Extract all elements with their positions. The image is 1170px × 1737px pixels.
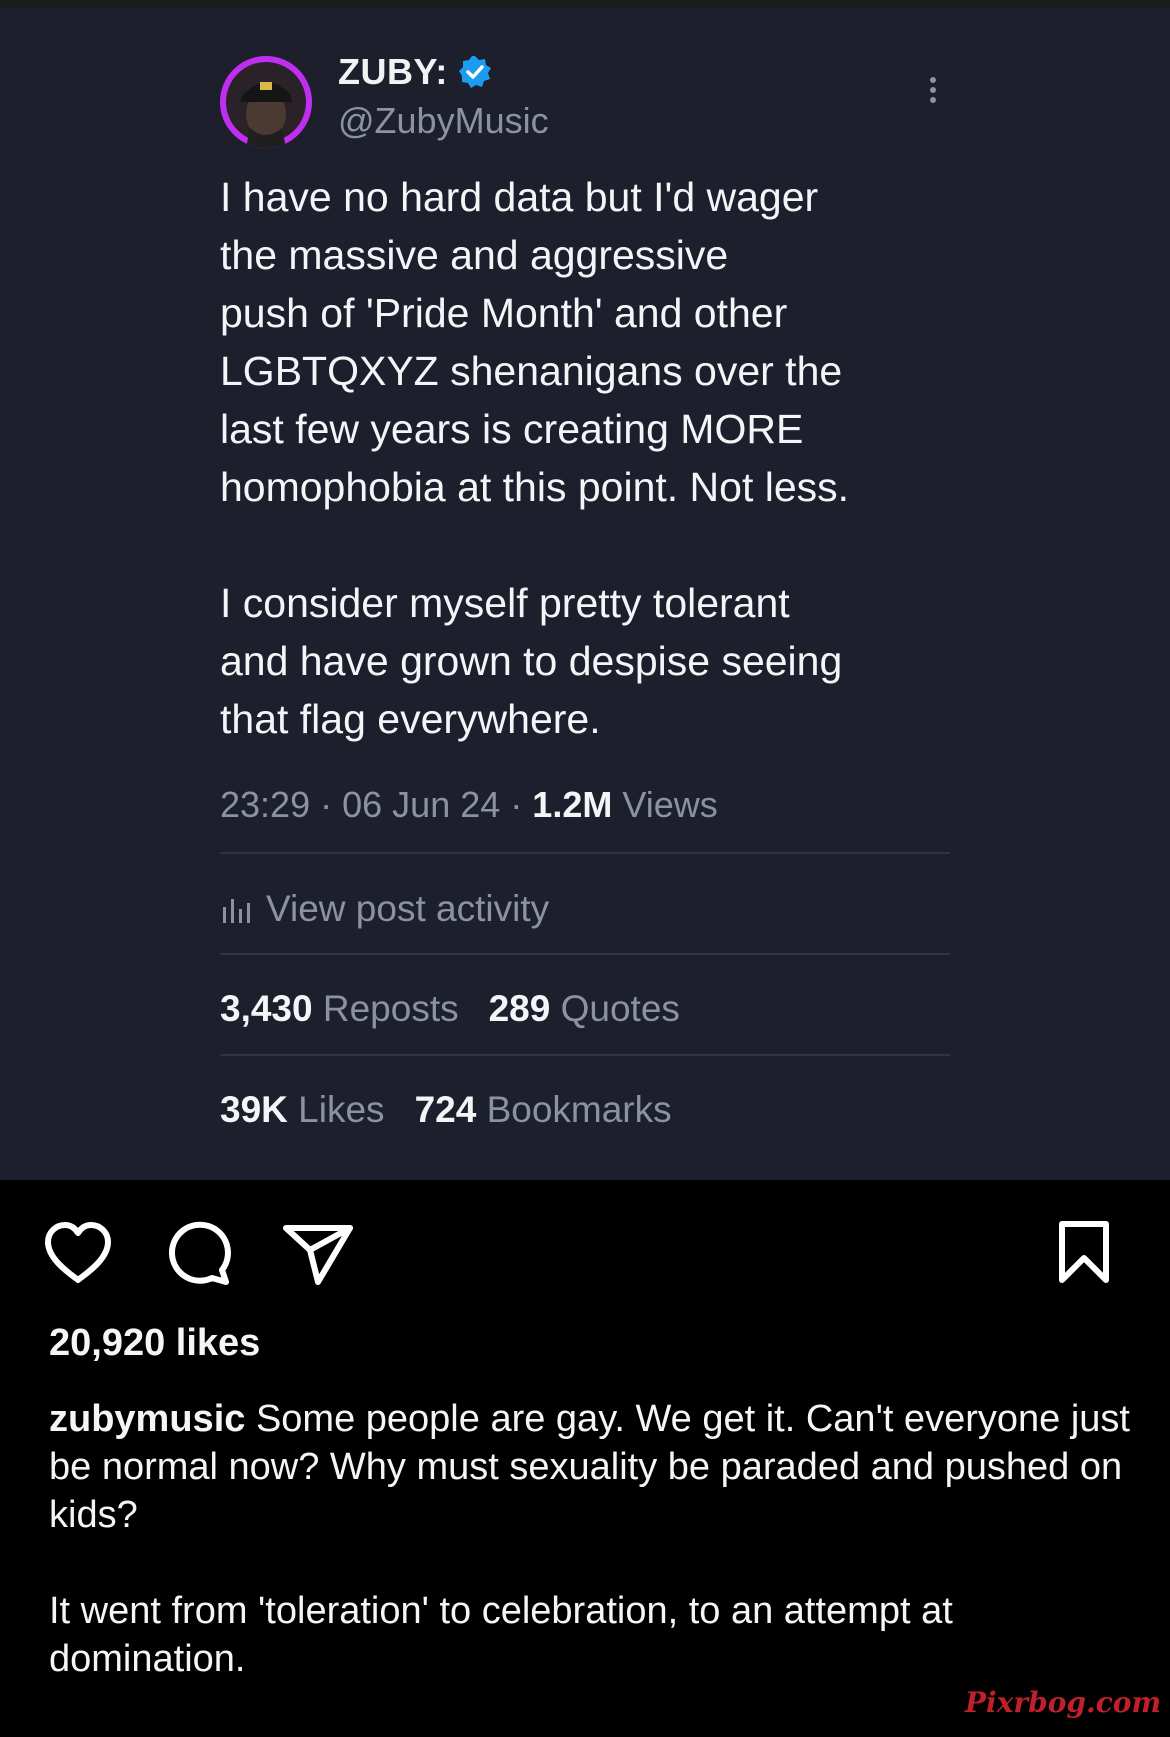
divider bbox=[220, 953, 950, 955]
display-name[interactable]: ZUBY: bbox=[338, 51, 448, 93]
bookmarks-label: Bookmarks bbox=[486, 1089, 672, 1130]
verified-badge-icon bbox=[458, 56, 491, 88]
quotes-stat[interactable]: 289 Quotes bbox=[489, 988, 680, 1030]
name-row: ZUBY: bbox=[338, 50, 492, 94]
top-bar bbox=[0, 0, 1170, 8]
reposts-label: Reposts bbox=[322, 988, 459, 1029]
reposts-count: 3,430 bbox=[220, 988, 313, 1029]
caption-paragraph: zubymusic Some people are gay. We get it… bbox=[49, 1395, 1139, 1539]
caption-paragraph-2: It went from 'toleration' to celebration… bbox=[49, 1590, 953, 1680]
handle[interactable]: @ZubyMusic bbox=[338, 100, 549, 142]
like-stats: 39K Likes 724 Bookmarks bbox=[220, 1089, 702, 1131]
views-count: 1.2M bbox=[532, 784, 613, 825]
heart-icon[interactable] bbox=[42, 1220, 114, 1286]
divider bbox=[220, 852, 950, 854]
views-label: Views bbox=[622, 784, 718, 825]
tweet-screenshot: ZUBY: @ZubyMusic I have no hard data but… bbox=[0, 8, 1170, 1180]
comment-icon[interactable] bbox=[164, 1220, 232, 1286]
tweet-likes-label: Likes bbox=[298, 1089, 385, 1130]
more-options-icon[interactable] bbox=[920, 72, 946, 112]
view-activity-link[interactable]: View post activity bbox=[222, 888, 549, 930]
quotes-label: Quotes bbox=[560, 988, 680, 1029]
bookmarks-stat[interactable]: 724 Bookmarks bbox=[415, 1089, 672, 1131]
tweet-meta: 23:29 · 06 Jun 24 · 1.2M Views bbox=[220, 784, 718, 826]
reposts-stat[interactable]: 3,430 Reposts bbox=[220, 988, 459, 1030]
divider bbox=[220, 1054, 950, 1056]
watermark: Pixrbog.com bbox=[965, 1686, 1162, 1719]
meta-separator: · bbox=[510, 784, 523, 825]
bookmark-icon[interactable] bbox=[1056, 1220, 1112, 1286]
tweet-likes-count: 39K bbox=[220, 1089, 288, 1130]
post-caption: zubymusic Some people are gay. We get it… bbox=[49, 1395, 1139, 1683]
bookmarks-count: 724 bbox=[414, 1089, 477, 1130]
quotes-count: 289 bbox=[488, 988, 551, 1029]
post-action-bar bbox=[0, 1180, 1170, 1320]
post-likes-count[interactable]: 20,920 likes bbox=[49, 1322, 260, 1365]
share-icon[interactable] bbox=[282, 1222, 354, 1286]
view-activity-label: View post activity bbox=[266, 888, 550, 929]
avatar[interactable] bbox=[220, 56, 312, 148]
tweet-text: I have no hard data but I'd wager the ma… bbox=[220, 174, 850, 742]
caption-username[interactable]: zubymusic bbox=[49, 1398, 245, 1440]
repost-stats: 3,430 Reposts 289 Quotes bbox=[220, 988, 710, 1030]
analytics-icon bbox=[223, 899, 250, 923]
tweet-date: 06 Jun 24 bbox=[342, 784, 501, 825]
meta-separator: · bbox=[320, 784, 333, 825]
likes-stat[interactable]: 39K Likes bbox=[220, 1089, 385, 1131]
tweet-time: 23:29 bbox=[220, 784, 311, 825]
